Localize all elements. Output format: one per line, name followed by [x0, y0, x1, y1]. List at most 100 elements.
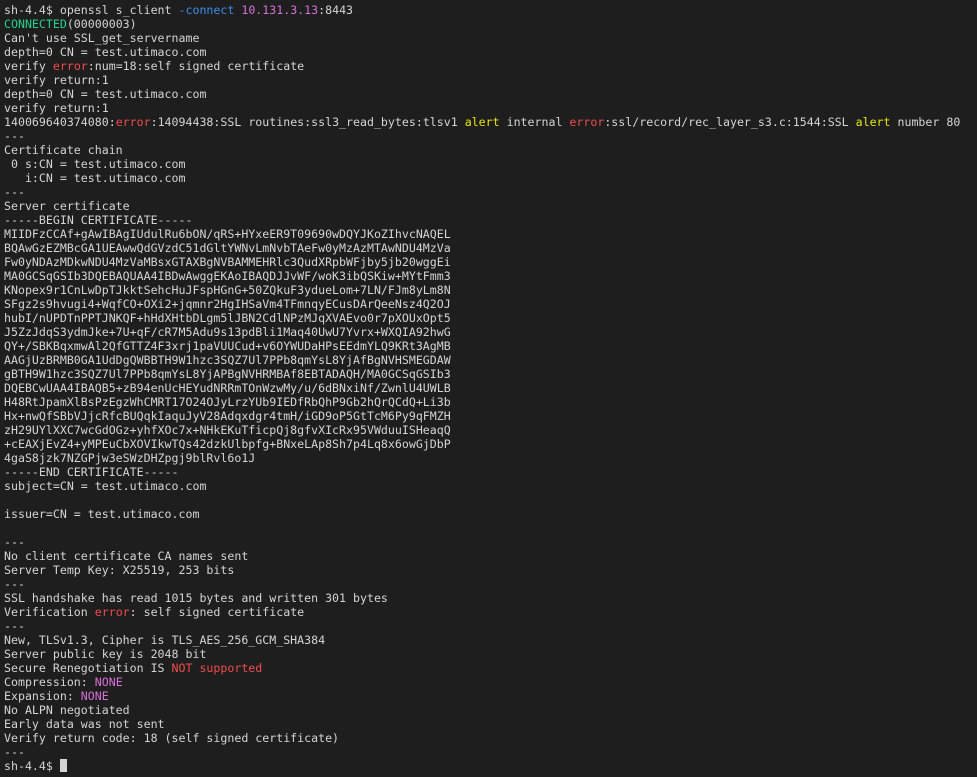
terminal-line: AAGjUzBRMB0GA1UdDgQWBBTH9W1hzc3SQZ7Ul7PP… — [4, 353, 960, 367]
terminal-line: CONNECTED(00000003) — [4, 17, 960, 31]
terminal-text: Server public key is 2048 bit — [4, 647, 207, 661]
terminal-text: :num=18:self signed certificate — [87, 59, 305, 73]
terminal-text: issuer=CN = test.utimaco.com — [4, 507, 200, 521]
terminal-output: sh-4.4$ openssl s_client -connect 10.131… — [4, 3, 960, 773]
terminal-text: depth=0 CN = test.utimaco.com — [4, 45, 207, 59]
terminal-text: i:CN = test.utimaco.com — [4, 171, 186, 185]
terminal-line: Server public key is 2048 bit — [4, 647, 960, 661]
terminal-text: No client certificate CA names sent — [4, 549, 249, 563]
terminal-line: J5ZzJdqS3ydmJke+7U+qF/cR7M5Adu9s13pdBli1… — [4, 325, 960, 339]
terminal-text: Early data was not sent — [4, 717, 165, 731]
terminal-text: BQAwGzEZMBcGA1UEAwwQdGVzdC51dGltYWNvLmNv… — [4, 241, 451, 255]
terminal-text: --- — [4, 185, 25, 199]
terminal-line: verify return:1 — [4, 101, 960, 115]
terminal-text: J5ZzJdqS3ydmJke+7U+qF/cR7M5Adu9s13pdBli1… — [4, 325, 451, 339]
terminal-line: -----END CERTIFICATE----- — [4, 465, 960, 479]
terminal-text: -connect — [178, 3, 235, 17]
terminal-text: AAGjUzBRMB0GA1UdDgQWBBTH9W1hzc3SQZ7Ul7PP… — [4, 353, 451, 367]
terminal-line: +cEAXjEvZ4+yMPEuCbXOVIkwTQs42dzkUlbpfg+B… — [4, 437, 960, 451]
terminal-line: No ALPN negotiated — [4, 703, 960, 717]
terminal-line: Server Temp Key: X25519, 253 bits — [4, 563, 960, 577]
terminal-line: --- — [4, 535, 960, 549]
terminal-text: alert — [855, 115, 891, 129]
terminal-line: verify error:num=18:self signed certific… — [4, 59, 960, 73]
terminal-line: zH29UYlXXC7wcGdOGz+yhfXOc7x+NHkEKuTficpQ… — [4, 423, 960, 437]
terminal-text: SSL handshake has read 1015 bytes and wr… — [4, 591, 388, 605]
terminal-text: hubI/nUPDTnPPTJNKQF+hHdXHtbDLgm5lJBN2Cdl… — [4, 311, 451, 325]
terminal-text: --- — [4, 129, 25, 143]
terminal-text: error — [52, 59, 88, 73]
terminal-text: -----BEGIN CERTIFICATE----- — [4, 213, 193, 227]
terminal-line: sh-4.4$ openssl s_client -connect 10.131… — [4, 3, 960, 17]
terminal-text: 0 s:CN = test.utimaco.com — [4, 157, 186, 171]
terminal-line: hubI/nUPDTnPPTJNKQF+hHdXHtbDLgm5lJBN2Cdl… — [4, 311, 960, 325]
terminal-line: --- — [4, 577, 960, 591]
terminal-line: --- — [4, 745, 960, 759]
terminal-text: Can't use SSL_get_servername — [4, 31, 200, 45]
terminal-line: KNopex9r1CnLwDpTJkktSehcHuJFspHGnG+50ZQk… — [4, 283, 960, 297]
terminal-line: Expansion: NONE — [4, 689, 960, 703]
terminal-text: Hx+nwQfSBbVJjcRfcBUQqkIaquJyV28Adqxdgr4t… — [4, 409, 451, 423]
terminal-text: 4gaS8jzk7NZGPjw3eSWzDHZpgj9blRvl6o1J — [4, 451, 256, 465]
terminal-text: DQEBCwUAA4IBAQB5+zB94enUcHEYudNRRmTOnWzw… — [4, 381, 451, 395]
terminal-text: verify return:1 — [4, 101, 109, 115]
terminal-line: MIIDFzCCAf+gAwIBAgIUdulRu6bON/qRS+HYxeER… — [4, 227, 960, 241]
terminal-line: issuer=CN = test.utimaco.com — [4, 507, 960, 521]
terminal-line: SSL handshake has read 1015 bytes and wr… — [4, 591, 960, 605]
terminal-line: depth=0 CN = test.utimaco.com — [4, 45, 960, 59]
terminal-line: New, TLSv1.3, Cipher is TLS_AES_256_GCM_… — [4, 633, 960, 647]
terminal-text: +cEAXjEvZ4+yMPEuCbXOVIkwTQs42dzkUlbpfg+B… — [4, 437, 451, 451]
terminal-text: 140069640374080: — [4, 115, 116, 129]
terminal-text: Server Temp Key: X25519, 253 bits — [4, 563, 235, 577]
terminal-text: :8443 — [318, 3, 354, 17]
terminal-text: verify — [4, 59, 53, 73]
terminal-line: MA0GCSqGSIb3DQEBAQUAA4IBDwAwggEKAoIBAQDJ… — [4, 269, 960, 283]
terminal-line: --- — [4, 129, 960, 143]
terminal-line: verify return:1 — [4, 73, 960, 87]
terminal-text: error — [94, 605, 130, 619]
terminal-text: Verify return code: 18 (self signed cert… — [4, 731, 340, 745]
terminal-line: 4gaS8jzk7NZGPjw3eSWzDHZpgj9blRvl6o1J — [4, 451, 960, 465]
terminal-text: QY+/SBKBqxmwAl2QfGTTZ4F3xrj1paVUUCud+v6O… — [4, 339, 451, 353]
terminal-text: SFgz2s9hvugi4+WqfCO+OXi2+jqmnr2HgIHSaVm4… — [4, 297, 451, 311]
terminal-text: NONE — [80, 689, 109, 703]
terminal-text: No ALPN negotiated — [4, 703, 130, 717]
terminal-text: H48RtJpamXlBsPzEgzWhCMRT17O24OJyLrzYUb9I… — [4, 395, 451, 409]
terminal-text: --- — [4, 577, 25, 591]
terminal-line: subject=CN = test.utimaco.com — [4, 479, 960, 493]
terminal-text: MIIDFzCCAf+gAwIBAgIUdulRu6bON/qRS+HYxeER… — [4, 227, 451, 241]
terminal-text: alert — [464, 115, 500, 129]
terminal-text: 10.131.3.13 — [241, 3, 319, 17]
terminal-text: subject=CN = test.utimaco.com — [4, 479, 207, 493]
terminal-window[interactable]: sh-4.4$ openssl s_client -connect 10.131… — [0, 0, 977, 777]
terminal-text: gBTH9W1hzc3SQZ7Ul7PPb8qmYsL8YjAPBgNVHRMB… — [4, 367, 451, 381]
terminal-text: --- — [4, 619, 25, 633]
terminal-text: Verification — [4, 605, 95, 619]
terminal-text: New, TLSv1.3, Cipher is TLS_AES_256_GCM_… — [4, 633, 326, 647]
terminal-text: depth=0 CN = test.utimaco.com — [4, 87, 207, 101]
terminal-line: Server certificate — [4, 199, 960, 213]
terminal-line: No client certificate CA names sent — [4, 549, 960, 563]
terminal-line: Fw0yNDAzMDkwNDU4MzVaMBsxGTAXBgNVBAMMEHRl… — [4, 255, 960, 269]
terminal-line: Compression: NONE — [4, 675, 960, 689]
terminal-text: NOT supported — [171, 661, 263, 675]
terminal-text: verify return:1 — [4, 73, 109, 87]
terminal-line: H48RtJpamXlBsPzEgzWhCMRT17O24OJyLrzYUb9I… — [4, 395, 960, 409]
terminal-line: 140069640374080:error:14094438:SSL routi… — [4, 115, 960, 129]
terminal-text: --- — [4, 745, 25, 759]
terminal-line: Early data was not sent — [4, 717, 960, 731]
terminal-text: Certificate chain — [4, 143, 123, 157]
terminal-text: sh-4.4$ — [4, 759, 60, 773]
terminal-text: -----END CERTIFICATE----- — [4, 465, 179, 479]
terminal-text: sh-4.4$ openssl s_client — [4, 3, 179, 17]
terminal-line: Can't use SSL_get_servername — [4, 31, 960, 45]
shell-prompt-line: sh-4.4$ — [4, 759, 960, 773]
terminal-line: Certificate chain — [4, 143, 960, 157]
terminal-line: gBTH9W1hzc3SQZ7Ul7PPb8qmYsL8YjAPBgNVHRMB… — [4, 367, 960, 381]
terminal-line: Hx+nwQfSBbVJjcRfcBUQqkIaquJyV28Adqxdgr4t… — [4, 409, 960, 423]
terminal-text: CONNECTED — [4, 17, 67, 31]
terminal-line: --- — [4, 185, 960, 199]
terminal-text: --- — [4, 535, 25, 549]
